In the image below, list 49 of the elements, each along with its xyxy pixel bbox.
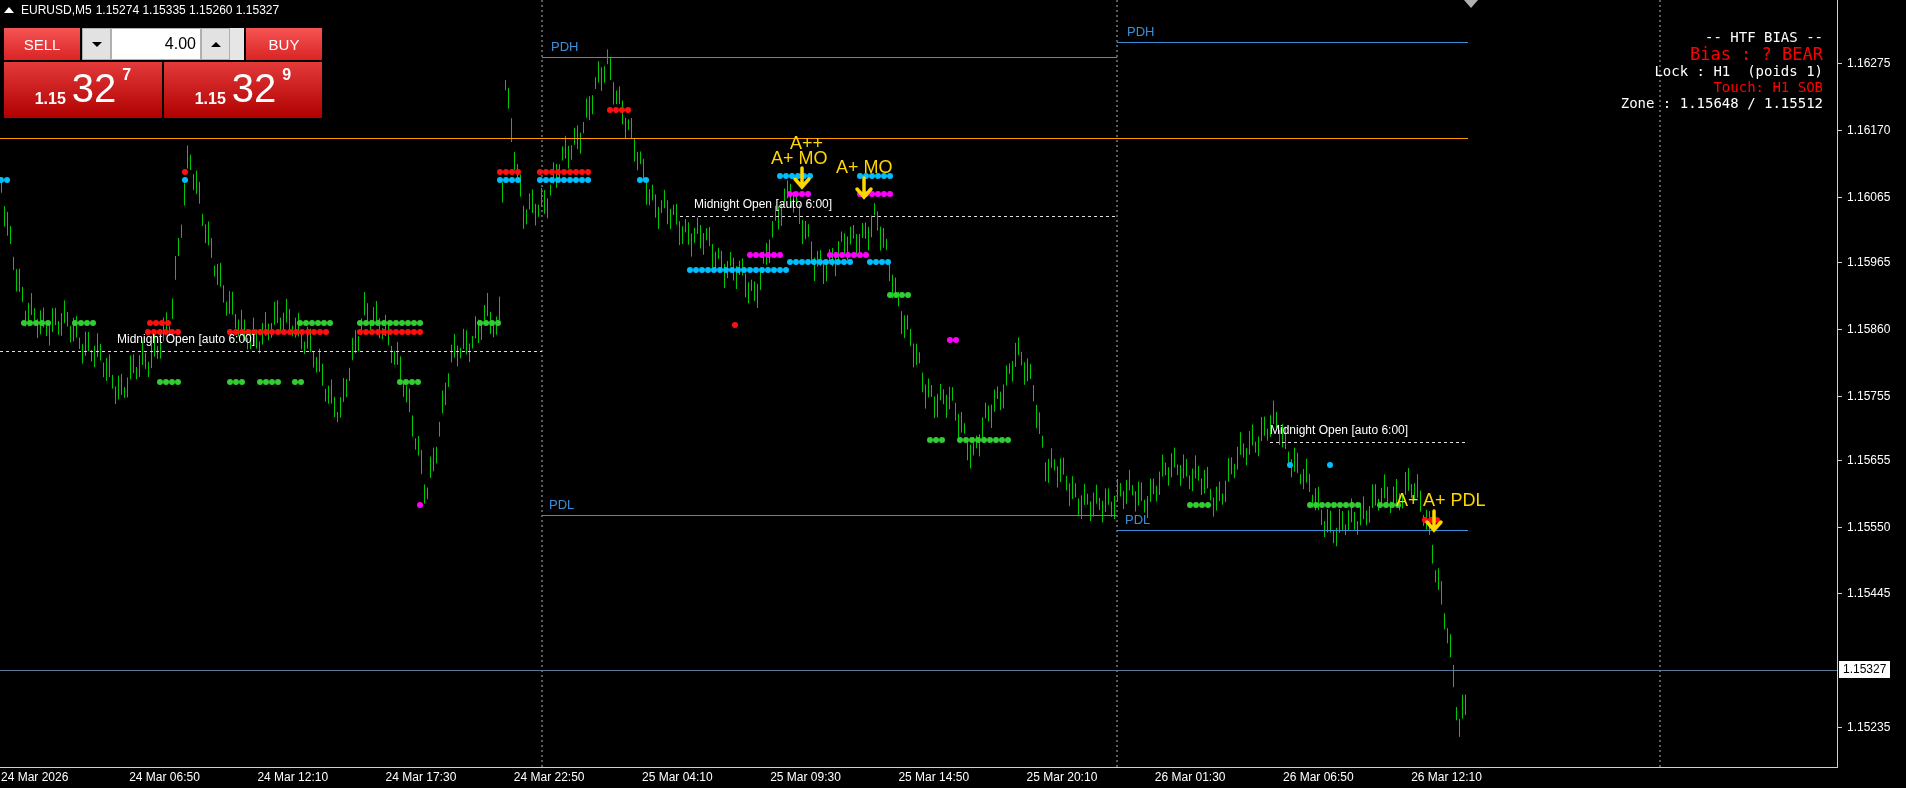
down-arrow-icon (793, 166, 811, 190)
price-tick-label: 1.15860 (1847, 321, 1891, 337)
chart-label: A+ PDL (1423, 491, 1486, 511)
down-arrow-icon (1425, 509, 1443, 533)
price-tick-label: 1.15235 (1847, 719, 1891, 735)
chart-label: A+ MO (836, 158, 893, 178)
chart-label: PDH (1127, 25, 1155, 40)
down-arrow-icon (855, 176, 873, 200)
caret-down-icon (91, 41, 102, 47)
price-tick-label: 1.15445 (1847, 585, 1891, 601)
bias-text: Lock : H1 (poids 1) (1654, 63, 1823, 79)
price-tick-label: 1.16065 (1847, 189, 1891, 205)
bias-text: -- HTF BIAS -- (1705, 29, 1823, 45)
symbol-label: EURUSD,M5 (21, 3, 92, 17)
time-tick-label: 25 Mar 09:30 (770, 770, 841, 784)
price-tick-label: 1.15965 (1847, 254, 1891, 270)
time-tick-label: 24 Mar 22:50 (513, 770, 585, 784)
quotes-text: 1.15274 1.15335 1.15260 1.15327 (95, 3, 280, 17)
time-tick-label: 25 Mar 14:50 (898, 770, 970, 784)
time-tick-label: 24 Mar 17:30 (385, 770, 457, 784)
chart-label: PDL (1125, 513, 1151, 528)
time-tick-label: 26 Mar 01:30 (1154, 770, 1226, 784)
time-tick-label: 24 Mar 06:50 (129, 770, 200, 784)
time-tick-label: 25 Mar 20:10 (1026, 770, 1098, 784)
decrease-button[interactable] (82, 28, 111, 60)
bias-text: Touch: H1 SOB (1713, 79, 1823, 95)
time-tick-label: 26 Mar 12:10 (1411, 770, 1482, 784)
chart-label: PDH (551, 40, 579, 55)
sell-button[interactable]: SELL (4, 28, 80, 60)
price-tick-label: 1.15550 (1847, 519, 1891, 535)
volume-field[interactable]: 4.00 (111, 28, 201, 60)
collapse-triangle-icon[interactable] (4, 7, 14, 13)
chart-shift-icon (1464, 0, 1478, 8)
price-tick-label: 1.16170 (1847, 122, 1891, 138)
bias-text: Zone : 1.15648 / 1.15512 (1620, 95, 1823, 111)
increase-button[interactable] (201, 28, 230, 60)
chart-label: A+ MO (771, 149, 828, 169)
price-tick-label: 1.16275 (1847, 55, 1891, 71)
chart-label: PDL (549, 498, 575, 513)
bias-text: Bias : ? BEAR (1689, 45, 1823, 63)
time-tick-label: 24 Mar 2026 (1, 770, 69, 784)
price-tick-label: 1.15755 (1847, 388, 1891, 404)
caret-up-icon (210, 41, 221, 47)
price-tick-label: 1.15655 (1847, 452, 1891, 468)
time-tick-label: 24 Mar 12:10 (257, 770, 329, 784)
buy-button[interactable]: BUY (246, 28, 322, 60)
time-tick-label: 26 Mar 06:50 (1283, 770, 1354, 784)
current-price-label: 1.15327 (1839, 661, 1891, 678)
time-tick-label: 25 Mar 04:10 (642, 770, 713, 784)
